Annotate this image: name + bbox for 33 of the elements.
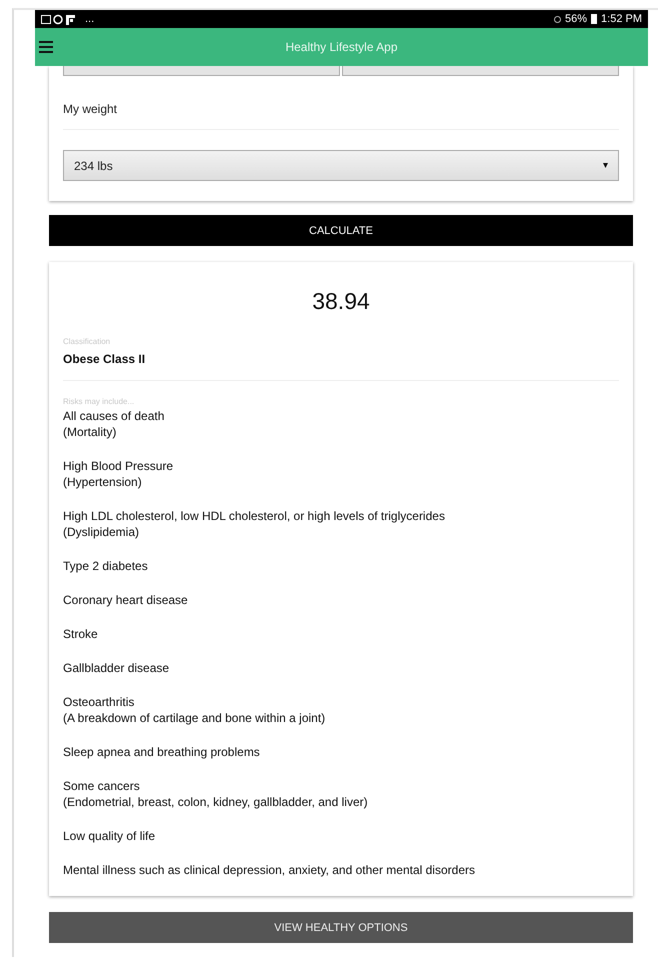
calculate-button[interactable]: CALCULATE: [49, 215, 633, 246]
overflow-indicator: ...: [85, 13, 94, 25]
risk-title: Type 2 diabetes: [63, 558, 149, 574]
risk-title: Some cancers: [63, 778, 141, 794]
risk-detail: (Mortality): [63, 424, 118, 440]
risk-detail: (A breakdown of cartilage and bone within a joint): [63, 710, 326, 726]
risk-title: Osteoarthritis: [63, 694, 136, 710]
risk-title: Sleep apnea and breathing problems: [63, 744, 261, 760]
weight-select[interactable]: 234 lbs: [63, 150, 619, 181]
alarm-icon: [554, 15, 561, 23]
app-title: Healthy Lifestyle App: [285, 40, 398, 54]
bmi-value: 38.94: [311, 288, 371, 315]
risk-title: High Blood Pressure: [63, 458, 174, 474]
view-options-button[interactable]: VIEW HEALTHY OPTIONS: [49, 912, 633, 943]
field-label: My weight: [63, 102, 118, 116]
select-field[interactable]: [63, 66, 340, 76]
risk-title: High LDL cholesterol, low HDL cholesterol, or high levels of triglycerides: [63, 508, 446, 524]
risk-title: Stroke: [63, 626, 99, 642]
battery-percent: 56%: [565, 13, 588, 25]
risk-detail: (Endometrial, breast, colon, kidney, gallbladder, and liver): [63, 794, 369, 810]
risk-detail: (Hypertension): [63, 474, 143, 490]
risk-title: Gallbladder disease: [63, 660, 170, 676]
select-field[interactable]: [342, 66, 619, 76]
battery-icon: [591, 14, 598, 24]
risk-detail: (Dyslipidemia): [63, 524, 140, 540]
risk-title: Coronary heart disease: [63, 592, 189, 608]
clock: 1:52 PM: [601, 13, 642, 25]
classification: Obese Class II: [63, 352, 146, 366]
dropdown-caret-icon: [603, 163, 608, 168]
risk-title: All causes of death: [63, 408, 166, 424]
menu-icon[interactable]: [39, 41, 53, 53]
risk-title: Low quality of life: [63, 828, 156, 844]
risk-title: Mental illness such as clinical depression, anxiety, and other mental disorders: [63, 862, 476, 878]
